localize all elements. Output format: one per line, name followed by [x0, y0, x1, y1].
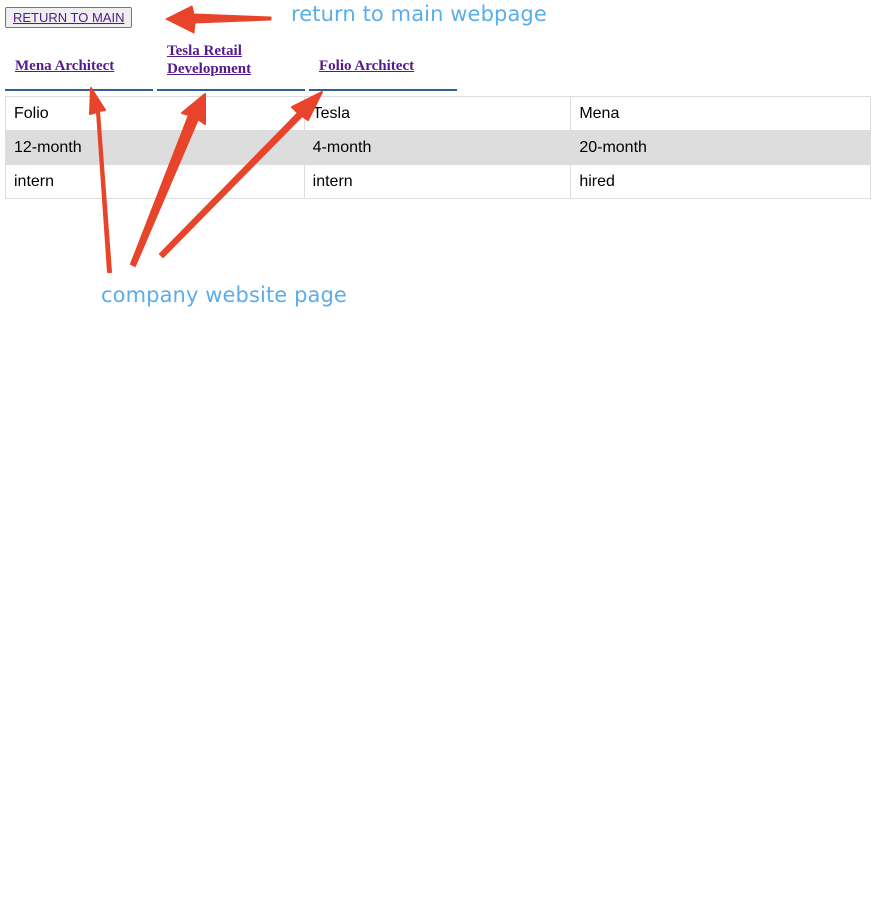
- table-cell: Tesla: [303, 96, 572, 131]
- table-cell: intern: [5, 164, 305, 199]
- return-to-main-button[interactable]: RETURN TO MAIN: [5, 7, 133, 28]
- table-cell: intern: [303, 164, 572, 199]
- table-cell: Mena: [570, 96, 871, 131]
- company-link-mena[interactable]: Mena Architect: [5, 42, 153, 91]
- table-cell: 12-month: [5, 130, 305, 165]
- internship-table: Folio Tesla Mena 12-month 4-month 20-mon…: [5, 96, 871, 199]
- table-cell: Folio: [5, 96, 305, 131]
- table-cell: 4-month: [303, 130, 572, 165]
- table-row: intern intern hired: [5, 164, 871, 199]
- annotation-return-note: return to main webpage: [291, 2, 547, 26]
- annotation-company-note: company website page: [101, 283, 347, 307]
- table-row: 12-month 4-month 20-month: [5, 130, 871, 165]
- company-link-folio-label[interactable]: Folio Architect: [319, 57, 414, 75]
- company-link-folio[interactable]: Folio Architect: [309, 42, 457, 91]
- company-link-tesla-label[interactable]: Tesla Retail Development: [167, 42, 305, 78]
- company-link-mena-label[interactable]: Mena Architect: [15, 57, 114, 75]
- table-row: Folio Tesla Mena: [5, 96, 871, 131]
- annotation-arrow-return: [165, 5, 272, 34]
- company-link-tesla[interactable]: Tesla Retail Development: [157, 42, 305, 91]
- table-cell: 20-month: [570, 130, 871, 165]
- table-cell: hired: [570, 164, 871, 199]
- return-to-main-link[interactable]: RETURN TO MAIN: [13, 10, 124, 25]
